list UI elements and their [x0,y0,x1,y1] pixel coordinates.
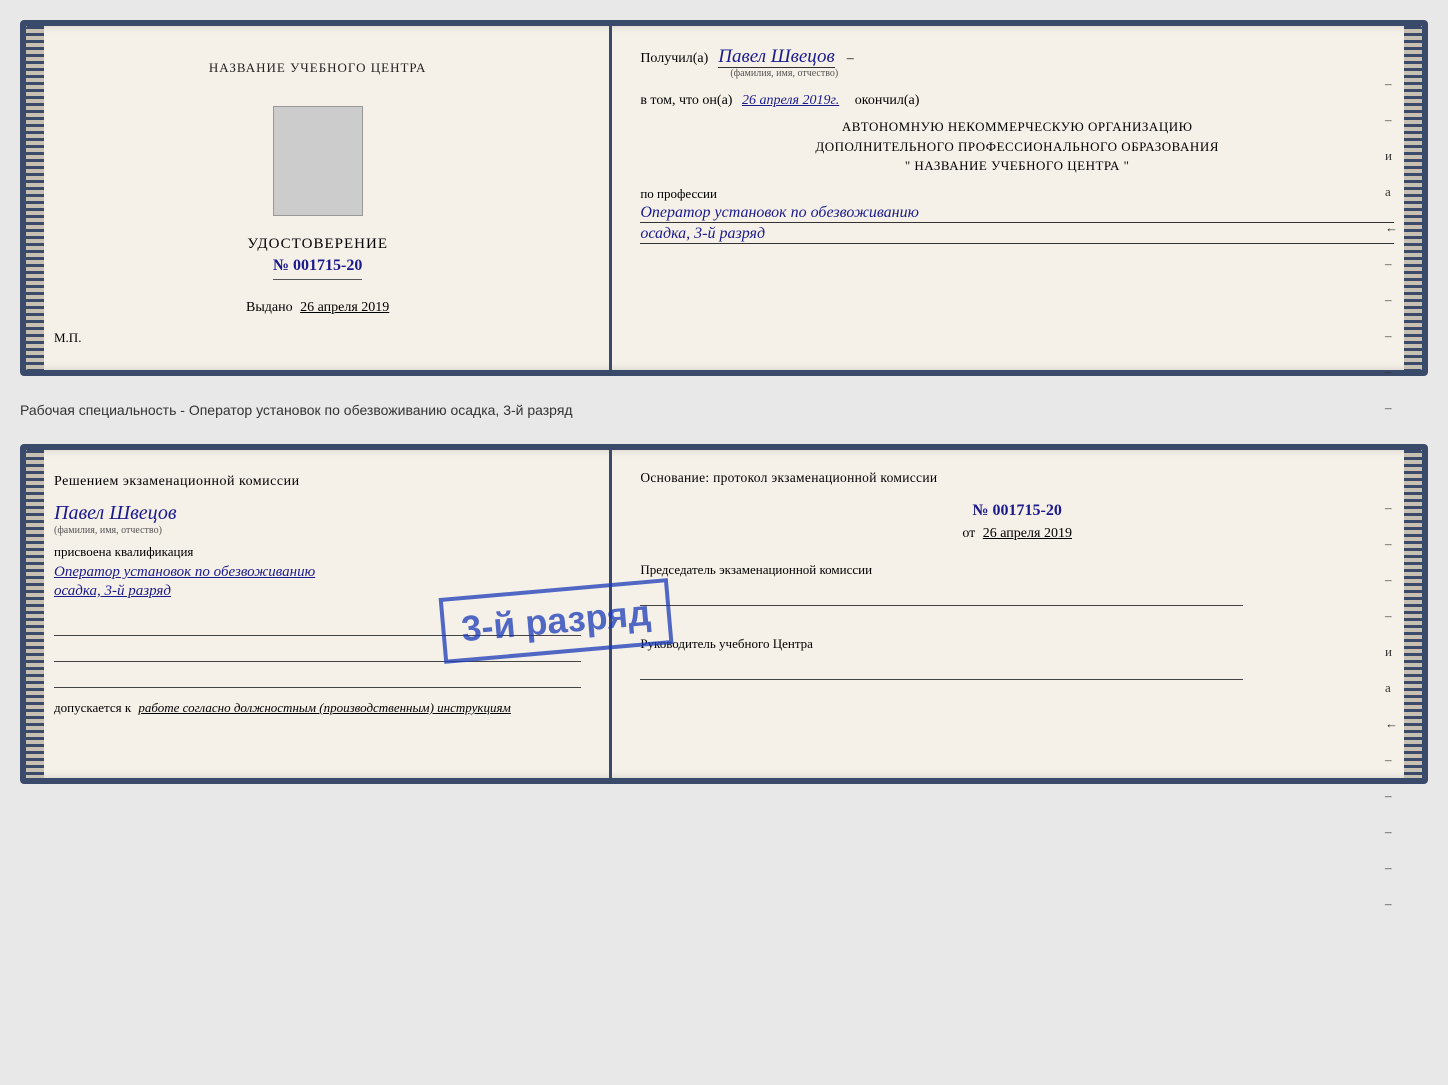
document-card-1: НАЗВАНИЕ УЧЕБНОГО ЦЕНТРА УДОСТОВЕРЕНИЕ №… [20,20,1428,376]
page-container: НАЗВАНИЕ УЧЕБНОГО ЦЕНТРА УДОСТОВЕРЕНИЕ №… [20,20,1428,784]
dopuskaetsya-value: работе согласно должностным (производств… [138,700,510,715]
ot-date: 26 апреля 2019 [983,526,1072,541]
protocol-number: № 001715-20 [640,502,1394,520]
okonchil-label: окончил(а) [855,93,920,108]
photo-placeholder [273,106,363,216]
person-name-1: Павел Швецов [718,46,834,68]
ot-date-line: от 26 апреля 2019 [640,526,1394,542]
predsedatel-text: Председатель экзаменационной комиссии [640,562,1394,578]
org-line1: АВТОНОМНУЮ НЕКОММЕРЧЕСКУЮ ОРГАНИЗАЦИЮ [640,117,1394,137]
udostoverenie-label: УДОСТОВЕРЕНИЕ [247,236,388,253]
razryad-underline-2: осадка, 3-й разряд [54,583,581,600]
rukovoditel-text: Руководитель учебного Центра [640,636,1394,652]
doc1-left: НАЗВАНИЕ УЧЕБНОГО ЦЕНТРА УДОСТОВЕРЕНИЕ №… [26,26,612,370]
sig-line-1 [54,616,581,636]
person-block-2: Павел Швецов (фамилия, имя, отчество) [54,502,581,536]
v-tom-label: в том, что он(а) [640,93,732,108]
dash-1: – [847,51,854,66]
sig-line-3 [54,668,581,688]
signature-lines [54,616,581,688]
org-line2: ДОПОЛНИТЕЛЬНОГО ПРОФЕССИОНАЛЬНОГО ОБРАЗО… [640,137,1394,157]
poluchil-block: Получил(а) Павел Швецов – (фамилия, имя,… [640,46,1394,79]
training-center-title-1: НАЗВАНИЕ УЧЕБНОГО ЦЕНТРА [209,60,426,76]
fio-sublabel-1: (фамилия, имя, отчество) [640,68,1394,79]
fio-sublabel-2: (фамилия, имя, отчество) [54,525,581,536]
razryad-text-1: осадка, 3-й разряд [640,225,1394,244]
dopuskaetsya-line: допускается к работе согласно должностны… [54,700,581,716]
doc2-right: Основание: протокол экзаменационной коми… [612,450,1422,778]
prisvoena-label: присвоена квалификация [54,544,581,560]
poluchil-label: Получил(а) [640,51,708,66]
mp-line: М.П. [54,330,81,346]
sig-line-2 [54,642,581,662]
udostoverenie-number: № 001715-20 [273,257,362,280]
vydano-label: Выдано [246,300,293,315]
profession-text-1: Оператор установок по обезвоживанию [640,204,1394,223]
rukovoditel-label: Руководитель учебного Центра [640,636,1394,680]
resheniem-line: Решением экзаменационной комиссии [54,474,581,490]
profession-underline-2: Оператор установок по обезвоживанию [54,564,581,581]
document-card-2: Решением экзаменационной комиссии Павел … [20,444,1428,784]
predsedatel-sig-line [640,582,1243,606]
dopuskaetsya-label: допускается к [54,700,131,715]
po-professii-label: по профессии [640,186,1394,202]
osnovanie-line: Основание: протокол экзаменационной коми… [640,470,1394,486]
separator-text: Рабочая специальность - Оператор установ… [20,394,1428,426]
right-side-marks-1: – – и а ← – – – – – [1385,76,1398,416]
doc1-right: Получил(а) Павел Швецов – (фамилия, имя,… [612,26,1422,370]
vydano-date: 26 апреля 2019 [300,300,389,315]
vydano-line: Выдано 26 апреля 2019 [246,300,389,316]
rukovoditel-sig-line [640,656,1243,680]
ot-label: от [962,526,975,541]
right-side-marks-2: – – – – и а ← – – – – – [1385,500,1398,912]
v-tom-line: в том, что он(а) 26 апреля 2019г. окончи… [640,93,1394,109]
doc2-left: Решением экзаменационной комиссии Павел … [26,450,612,778]
date-value-1: 26 апреля 2019г. [742,93,839,108]
person-name-2: Павел Швецов [54,502,177,524]
predsedatel-label: Председатель экзаменационной комиссии [640,562,1394,606]
org-block-1: АВТОНОМНУЮ НЕКОММЕРЧЕСКУЮ ОРГАНИЗАЦИЮ ДО… [640,117,1394,176]
org-line3: " НАЗВАНИЕ УЧЕБНОГО ЦЕНТРА " [640,156,1394,176]
